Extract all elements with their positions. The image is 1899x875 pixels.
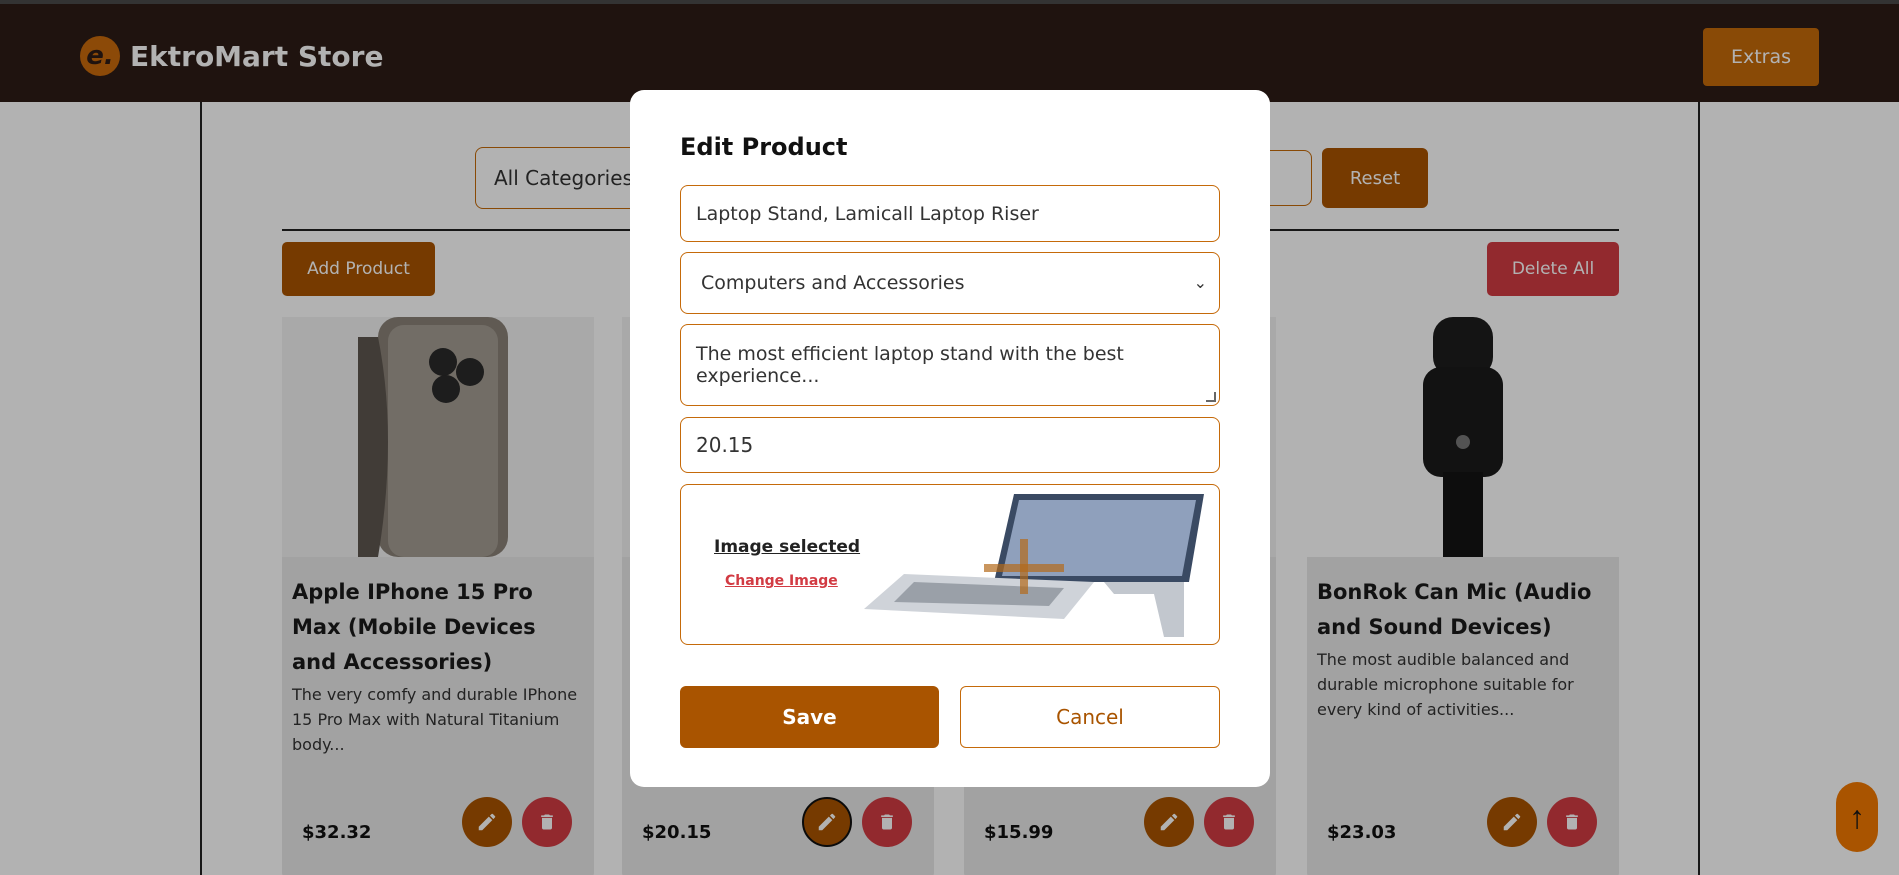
cancel-button[interactable]: Cancel — [960, 686, 1220, 748]
edit-product-modal: Edit Product Laptop Stand, Lamicall Lapt… — [630, 90, 1270, 787]
category-select[interactable]: Computers and Accessories ⌄ — [680, 252, 1220, 314]
image-preview — [864, 494, 1206, 637]
resize-handle-icon[interactable] — [1206, 392, 1216, 402]
description-value: The most efficient laptop stand with the… — [696, 343, 1124, 387]
laptop-stand-image-icon — [864, 494, 1204, 637]
image-upload-area[interactable]: Image selected Change Image — [680, 484, 1220, 645]
price-input[interactable]: 20.15 — [680, 417, 1220, 473]
category-select-value: Computers and Accessories — [701, 272, 965, 294]
product-name-input[interactable]: Laptop Stand, Lamicall Laptop Riser — [680, 185, 1220, 242]
description-textarea[interactable]: The most efficient laptop stand with the… — [680, 324, 1220, 406]
modal-title: Edit Product — [680, 133, 848, 161]
scroll-to-top-button[interactable]: ↑ — [1836, 782, 1878, 852]
change-image-link[interactable]: Change Image — [725, 573, 838, 589]
save-button[interactable]: Save — [680, 686, 939, 748]
chevron-down-icon: ⌄ — [1193, 273, 1207, 292]
image-status: Image selected — [714, 537, 861, 557]
